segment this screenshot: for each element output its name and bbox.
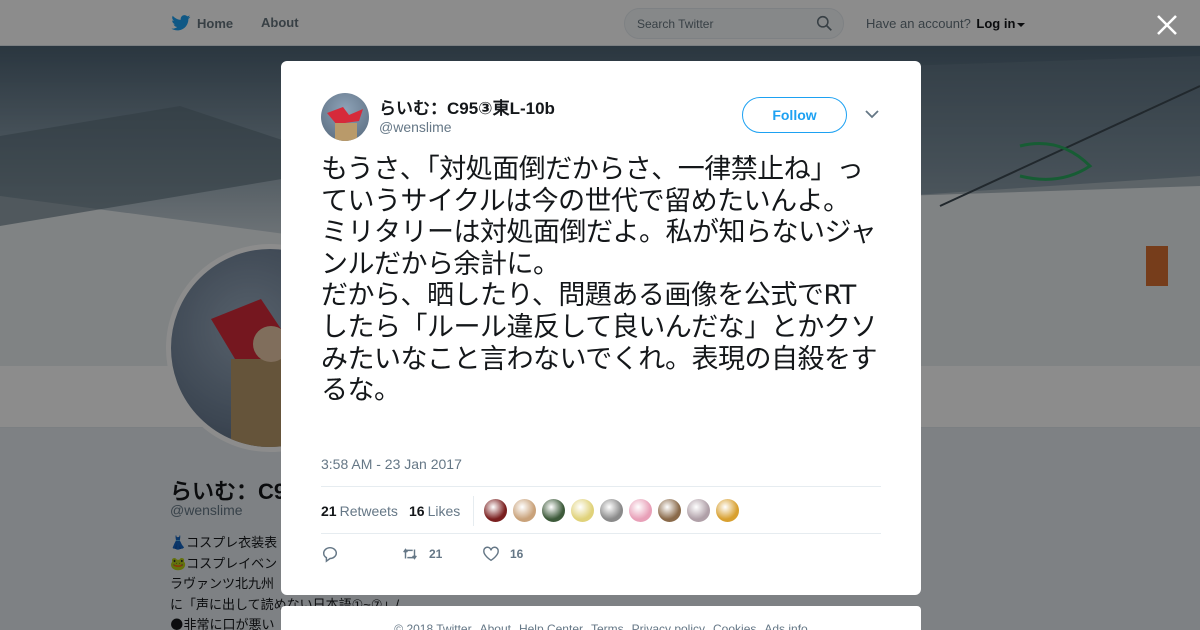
retweet-icon: [403, 548, 417, 560]
liker-avatar[interactable]: [570, 498, 595, 523]
liker-avatar[interactable]: [628, 498, 653, 523]
reply-button[interactable]: [321, 545, 339, 563]
chevron-down-icon[interactable]: [865, 109, 879, 119]
modal-footer: © 2018 Twitter About Help Center Terms Priva…: [281, 606, 921, 630]
tweet-timestamp[interactable]: 3:58 AM - 23 Jan 2017: [321, 456, 462, 472]
follow-button[interactable]: Follow: [742, 97, 847, 133]
liker-avatar[interactable]: [541, 498, 566, 523]
footer-link: © 2018 Twitter: [394, 622, 472, 630]
stats-divider: [473, 496, 474, 526]
footer-link[interactable]: Help Center: [519, 622, 583, 630]
footer-link[interactable]: Privacy policy: [632, 622, 705, 630]
author-avatar-image: [327, 107, 363, 141]
retweets-count: 21: [321, 503, 337, 519]
like-button[interactable]: 16: [482, 545, 523, 563]
footer-link[interactable]: Ads info: [764, 622, 807, 630]
like-action-count: 16: [510, 547, 524, 561]
tweet-author-name[interactable]: らいむ：C95③東L-10b: [379, 94, 555, 119]
liker-avatar[interactable]: [686, 498, 711, 523]
tweet-actions: 21 16: [321, 545, 881, 567]
likes-stat[interactable]: 16 Likes: [409, 503, 460, 519]
tweet-modal: らいむ：C95③東L-10b @wenslime Follow もうさ、「対処面…: [281, 61, 921, 595]
liker-avatar[interactable]: [483, 498, 508, 523]
tweet-stats: 21 Retweets 16 Likes: [321, 486, 881, 534]
heart-icon: [483, 546, 499, 562]
liker-avatar[interactable]: [657, 498, 682, 523]
tweet-author-handle[interactable]: @wenslime: [379, 119, 452, 135]
footer-link[interactable]: Terms: [591, 622, 624, 630]
liker-avatars: [483, 498, 740, 523]
likes-count: 16: [409, 503, 425, 519]
close-icon[interactable]: [1154, 12, 1180, 38]
footer-link[interactable]: Cookies: [713, 622, 756, 630]
retweet-action-count: 21: [429, 547, 443, 561]
reply-icon: [322, 546, 338, 563]
tweet-text: もうさ、「対処面倒だからさ、一律禁止ね」っていうサイクルは今の世代で留めたいんよ…: [321, 154, 877, 407]
liker-avatar[interactable]: [599, 498, 624, 523]
liker-avatar[interactable]: [715, 498, 740, 523]
liker-avatar[interactable]: [512, 498, 537, 523]
retweet-button[interactable]: 21: [401, 545, 442, 563]
retweets-label: Retweets: [339, 503, 398, 519]
footer-link[interactable]: About: [480, 622, 511, 630]
retweets-stat[interactable]: 21 Retweets: [321, 503, 398, 519]
likes-label: Likes: [427, 503, 461, 519]
tweet-author-avatar[interactable]: [321, 93, 369, 141]
